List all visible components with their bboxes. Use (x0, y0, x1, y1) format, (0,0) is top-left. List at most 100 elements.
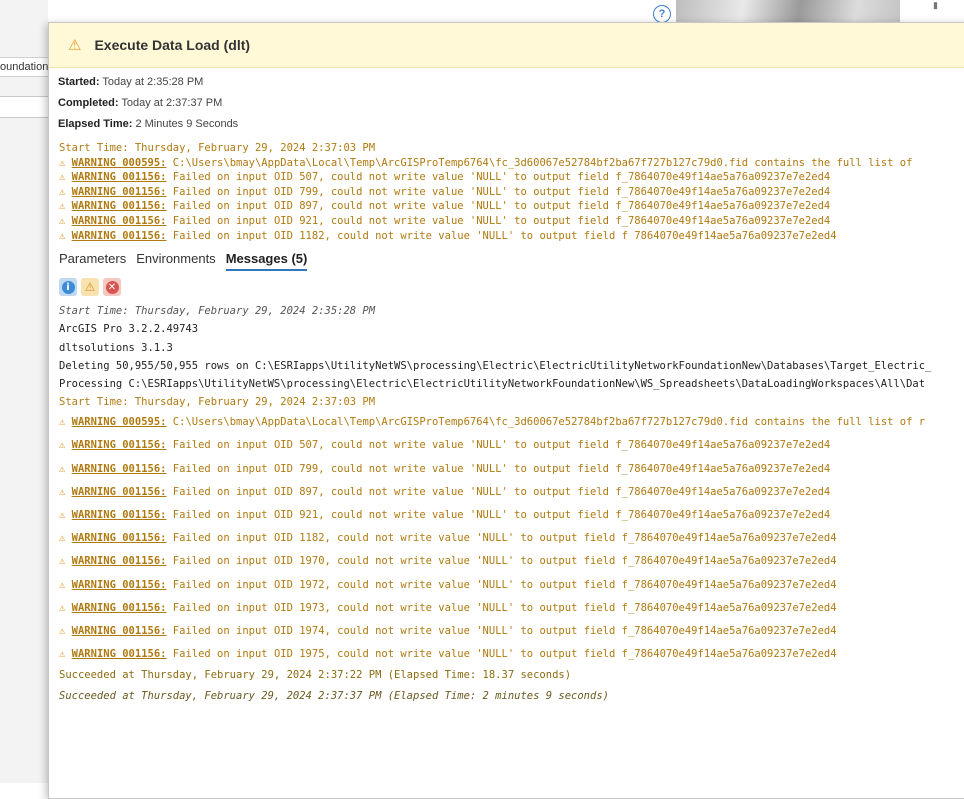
message-line: dltsolutions 3.1.3 (59, 341, 173, 354)
info-filter-icon[interactable]: i (59, 278, 77, 297)
warning-icon: ⚠ (59, 214, 72, 227)
message-line: ArcGIS Pro 3.2.2.49743 (59, 323, 199, 336)
warning-text: Failed on input OID 921, could not write… (166, 214, 831, 227)
warning-text: Failed on input OID 897, could not write… (166, 485, 831, 498)
message-line: Deleting 50,955/50,955 rows on C:\ESRIap… (59, 359, 932, 372)
warning-icon: ⚠ (59, 200, 72, 213)
message-line: Succeeded at Thursday, February 29, 2024… (59, 689, 609, 702)
warning-icon: ⚠ (59, 171, 72, 184)
summary-line: ⚠ WARNING 001156: Failed on input OID 92… (59, 214, 964, 229)
warning-filter-icon[interactable]: ⚠ (81, 278, 99, 297)
warning-code-link[interactable]: WARNING 001156: (72, 200, 167, 212)
message-line: Succeeded at Thursday, February 29, 2024… (59, 669, 572, 682)
warning-code-link[interactable]: WARNING 001156: (72, 215, 167, 227)
message-line: ⚠ WARNING 001156: Failed on input OID 92… (59, 504, 964, 527)
warning-code-link[interactable]: WARNING 001156: (72, 625, 167, 637)
message-line: ⚠ WARNING 000595: C:\Users\bmay\AppData\… (59, 411, 964, 434)
tab-parameters[interactable]: Parameters (59, 251, 126, 271)
background-image (676, 0, 900, 22)
messages-list: Start Time: Thursday, February 29, 2024 … (49, 296, 964, 707)
warning-text: Failed on input OID 799, could not write… (166, 185, 831, 198)
elapsed-label: Elapsed Time: (58, 118, 133, 130)
warning-icon: ⚠ (59, 462, 72, 475)
warning-code-link[interactable]: WARNING 000595: (72, 416, 167, 428)
warning-icon: ⚠ (59, 624, 72, 637)
warning-code-link[interactable]: WARNING 001156: (72, 463, 167, 475)
background-tab-label[interactable]: oundation (0, 57, 50, 77)
tab-messages[interactable]: Messages (5) (225, 251, 308, 272)
warning-code-link[interactable]: WARNING 001156: (72, 230, 167, 242)
warning-text: Failed on input OID 1975, could not writ… (166, 648, 837, 661)
background-field[interactable] (0, 96, 48, 118)
message-line: Processing C:\ESRIapps\UtilityNetWS\proc… (59, 377, 926, 390)
warning-code-link[interactable]: WARNING 001156: (72, 602, 167, 614)
popup-header: ⚠ Execute Data Load (dlt) (49, 23, 964, 68)
completed-label: Completed: (58, 97, 119, 109)
warning-text: Failed on input OID 1182, could not writ… (166, 532, 837, 545)
message-line: ⚠ WARNING 001156: Failed on input OID 89… (59, 481, 964, 504)
warning-code-link[interactable]: WARNING 001156: (72, 186, 167, 198)
warning-summary: Start Time: Thursday, February 29, 2024 … (49, 135, 964, 243)
warning-code-link[interactable]: WARNING 001156: (72, 439, 167, 451)
warning-code-link[interactable]: WARNING 001156: (72, 579, 167, 591)
tab-environments[interactable]: Environments (136, 251, 215, 271)
warning-code-link[interactable]: WARNING 001156: (72, 486, 167, 498)
popup-title: Execute Data Load (dlt) (94, 37, 251, 53)
help-icon[interactable]: ? (653, 5, 671, 23)
warning-code-link[interactable]: WARNING 001156: (72, 171, 167, 183)
warning-text: Failed on input OID 921, could not write… (166, 509, 831, 522)
warning-text: Failed on input OID 1972, could not writ… (166, 578, 837, 591)
warning-icon: ⚠ (59, 156, 72, 169)
background-right-icon: ▮ (933, 0, 938, 10)
message-filter-bar: i ⚠ ✕ (49, 271, 964, 297)
message-line: ⚠ WARNING 001156: Failed on input OID 19… (59, 620, 964, 643)
result-tabs: Parameters Environments Messages (5) (49, 243, 964, 272)
warning-text: Failed on input OID 1974, could not writ… (166, 624, 837, 637)
warning-text: Failed on input OID 897, could not write… (166, 200, 831, 213)
warning-icon: ⚠ (59, 509, 72, 522)
message-line: Start Time: Thursday, February 29, 2024 … (59, 305, 376, 318)
summary-line: ⚠ WARNING 001156: Failed on input OID 11… (59, 229, 964, 244)
warning-icon: ⚠ (59, 229, 72, 242)
warning-icon: ⚠ (68, 37, 82, 54)
message-line: ⚠ WARNING 001156: Failed on input OID 79… (59, 458, 964, 481)
elapsed-line: Elapsed Time: 2 Minutes 9 Seconds (58, 114, 964, 135)
warning-text: Failed on input OID 507, could not write… (166, 171, 831, 184)
summary-line: ⚠ WARNING 001156: Failed on input OID 50… (59, 170, 964, 185)
warning-icon: ⚠ (59, 485, 72, 498)
warning-text: C:\Users\bmay\AppData\Local\Temp\ArcGISP… (166, 416, 926, 429)
started-line: Started: Today at 2:35:28 PM (58, 72, 964, 93)
message-line: ⚠ WARNING 001156: Failed on input OID 50… (59, 434, 964, 457)
warning-code-link[interactable]: WARNING 001156: (72, 532, 167, 544)
warning-icon: ⚠ (59, 439, 72, 452)
warning-icon: ⚠ (59, 532, 72, 545)
started-label: Started: (58, 76, 100, 88)
summary-line: ⚠ WARNING 001156: Failed on input OID 79… (59, 185, 964, 200)
warning-code-link[interactable]: WARNING 001156: (72, 509, 167, 521)
summary-line: ⚠ WARNING 000595: C:\Users\bmay\AppData\… (59, 156, 964, 171)
completed-value: Today at 2:37:37 PM (121, 97, 223, 109)
warning-text: C:\Users\bmay\AppData\Local\Temp\ArcGISP… (166, 156, 913, 169)
warning-text: Failed on input OID 1182, could not writ… (166, 229, 837, 242)
message-line: ⚠ WARNING 001156: Failed on input OID 19… (59, 597, 964, 620)
message-line: ⚠ WARNING 001156: Failed on input OID 11… (59, 527, 964, 550)
error-filter-icon[interactable]: ✕ (103, 278, 121, 297)
warning-text: Failed on input OID 1970, could not writ… (166, 555, 837, 568)
warning-code-link[interactable]: WARNING 001156: (72, 555, 167, 567)
warning-icon: ⚠ (59, 578, 72, 591)
summary-line: ⚠ WARNING 001156: Failed on input OID 89… (59, 199, 964, 214)
warning-text: Failed on input OID 1973, could not writ… (166, 601, 837, 614)
message-line: ⚠ WARNING 001156: Failed on input OID 19… (59, 643, 964, 666)
warning-icon: ⚠ (59, 185, 72, 198)
warning-icon: ⚠ (59, 416, 72, 429)
warning-code-link[interactable]: WARNING 001156: (72, 648, 167, 660)
warning-code-link[interactable]: WARNING 000595: (72, 157, 167, 169)
message-line: Start Time: Thursday, February 29, 2024 … (59, 396, 376, 409)
warning-icon: ⚠ (59, 555, 72, 568)
warning-text: Failed on input OID 507, could not write… (166, 439, 831, 452)
message-line: ⚠ WARNING 001156: Failed on input OID 19… (59, 574, 964, 597)
started-value: Today at 2:35:28 PM (102, 76, 204, 88)
summary-line: Start Time: Thursday, February 29, 2024 … (59, 142, 376, 154)
warning-text: Failed on input OID 799, could not write… (166, 462, 831, 475)
elapsed-value: 2 Minutes 9 Seconds (135, 118, 239, 130)
